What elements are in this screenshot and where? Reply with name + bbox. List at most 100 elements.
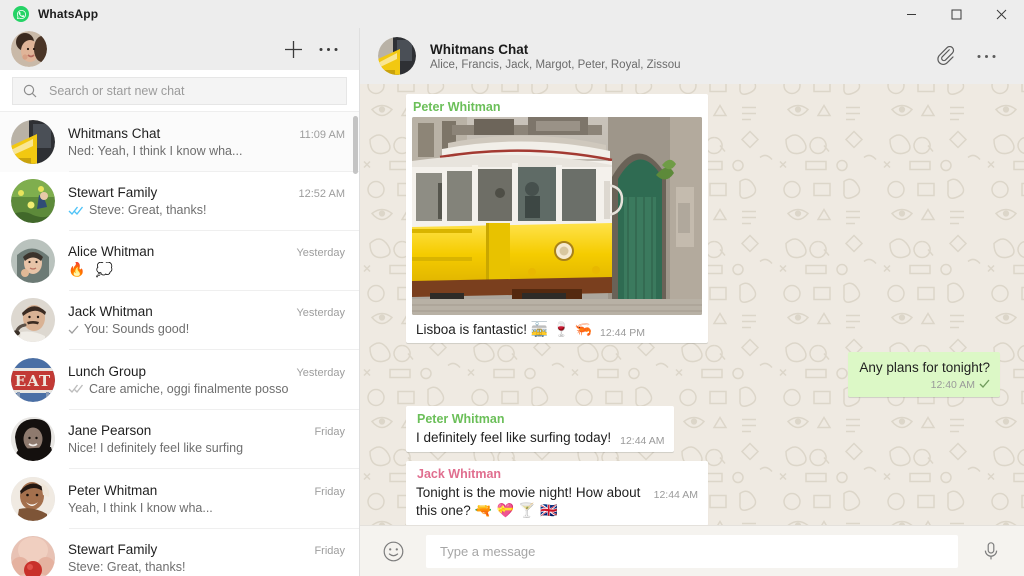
main-area: Whitmans Chat 11:09 AM Ned: Yeah, I thin… [0,28,1024,576]
peter-avatar [11,476,55,521]
chat-preview: Steve: Great, thanks! [68,560,186,575]
message-meta: 12:44 PM [600,327,645,339]
chat-name: Stewart Family [68,185,158,201]
chat-name: Whitmans Chat [68,125,161,141]
whatsapp-window: WhatsApp Search or start new chat Whitma… [0,0,1024,576]
sidebar-header [0,28,359,70]
more-options-icon[interactable] [311,31,345,67]
message-input[interactable] [440,543,944,559]
whatsapp-logo-icon [13,6,29,22]
chat-row-line-1: Lunch Group Yesterday [68,364,345,379]
message-caption-line: Lisboa is fantastic! 🚋 🍷 🦐 12:44 PM [412,315,702,339]
chat-row-line-1: Peter Whitman Friday [68,483,345,498]
chat-list-item-stewart-family-2[interactable]: Stewart Family Friday Steve: Great, than… [0,528,359,576]
read-receipt-icon [68,383,84,394]
message-bubble-image[interactable]: Peter Whitman Lisboa is fantastic! 🚋 🍷 🦐… [406,94,708,343]
message-meta: 12:44 AM [620,435,664,447]
chat-row-line-2: Nice! I definitely feel like surfing [68,441,345,455]
title-bar: WhatsApp [0,0,1024,28]
message-input-wrapper[interactable] [426,534,958,568]
sidebar-panel: Whitmans Chat 11:09 AM Ned: Yeah, I thin… [0,28,360,576]
chat-time: Friday [314,485,345,498]
lisbon-tram-photo[interactable] [412,117,702,315]
message-composer [360,525,1024,576]
chat-list-item-lunch-group[interactable]: EAT Lunch Group Yesterday Care amiche, o… [0,350,359,410]
read-receipt-icon [68,205,84,216]
conversation-title: Whitmans Chat [430,41,529,57]
chat-list-item-whitmans-chat[interactable]: Whitmans Chat 11:09 AM Ned: Yeah, I thin… [0,112,359,172]
chat-row-line-1: Jane Pearson Friday [68,423,345,438]
chat-list[interactable]: Whitmans Chat 11:09 AM Ned: Yeah, I thin… [0,112,359,576]
chat-list-scrollbar[interactable] [352,112,359,576]
chat-row-line-2: Care amiche, oggi finalmente posso [68,382,345,396]
maximize-button[interactable] [934,0,979,28]
message-list[interactable]: Peter Whitman Lisboa is fantastic! 🚋 🍷 🦐… [360,84,1024,525]
chat-list-item-stewart-family[interactable]: Stewart Family 12:52 AM Steve: Great, th… [0,171,359,231]
chat-name: Jane Pearson [68,423,152,439]
message-row: Any plans for tonight? 12:40 AM [406,352,1000,397]
search-box[interactable] [12,76,347,105]
message-bubble-outgoing[interactable]: Any plans for tonight? 12:40 AM [848,352,1000,397]
chat-row-line-1: Alice Whitman Yesterday [68,244,345,259]
chat-name: Stewart Family [68,542,158,558]
message-bubble-incoming[interactable]: Jack Whitman 12:44 AM Tonight is the mov… [406,461,708,525]
conversation-avatar[interactable] [378,37,416,75]
garden-avatar [11,179,55,224]
chat-row-line-2: You: Sounds good! [68,322,345,336]
chat-preview: Yeah, I think I know wha... [68,500,213,515]
search-bar [0,70,359,112]
message-row: Peter Whitman Lisboa is fantastic! 🚋 🍷 🦐… [406,94,1000,343]
chat-time: Yesterday [296,307,345,320]
close-button[interactable] [979,0,1024,28]
plus-icon[interactable] [275,31,311,67]
chat-row-line-2: Yeah, I think I know wha... [68,501,345,515]
chat-list-scrollbar-thumb[interactable] [353,116,358,174]
message-emoji: 🔫 💝 🍸 🇬🇧 [474,503,558,519]
emoji-smiley-icon[interactable] [374,532,412,570]
message-bubble-incoming[interactable]: Peter Whitman I definitely feel like sur… [406,406,675,452]
message-sender: Peter Whitman [417,412,505,426]
chat-preview: 🔥 💭 [68,261,117,278]
paperclip-icon[interactable] [926,36,966,76]
tram-avatar [11,119,55,164]
chat-row-line-1: Stewart Family Friday [68,542,345,557]
message-time: 12:44 AM [653,489,698,501]
chat-list-item-jack-whitman[interactable]: Jack Whitman Yesterday You: Sounds good! [0,290,359,350]
message-row: Jack Whitman 12:44 AM Tonight is the mov… [406,461,1000,525]
caption-emoji: 🚋 🍷 🦐 [530,322,593,338]
chat-name: Alice Whitman [68,243,155,259]
more-options-icon[interactable] [966,36,1006,76]
message-row: Peter Whitman I definitely feel like sur… [406,406,1000,452]
chat-list-item-body: Jane Pearson Friday Nice! I definitely f… [68,423,345,455]
chat-list-item-alice-whitman[interactable]: Alice Whitman Yesterday 🔥 💭 [0,231,359,291]
conversation-panel: Whitmans Chat Alice, Francis, Jack, Marg… [360,28,1024,576]
eat-sign-avatar: EAT [11,357,55,402]
chat-row-line-2: 🔥 💭 [68,262,345,278]
chat-list-item-body: Lunch Group Yesterday Care amiche, oggi … [68,364,345,396]
microphone-icon[interactable] [972,532,1010,570]
sent-receipt-icon [68,324,79,335]
chat-list-item-jane-pearson[interactable]: Jane Pearson Friday Nice! I definitely f… [0,409,359,469]
minimize-button[interactable] [889,0,934,28]
message-text-line: 12:44 AM Tonight is the movie night! How… [416,484,698,520]
conversation-header: Whitmans Chat Alice, Francis, Jack, Marg… [360,28,1024,84]
search-input[interactable] [49,83,336,98]
chat-list-item-peter-whitman[interactable]: Peter Whitman Friday Yeah, I think I kno… [0,469,359,529]
chat-row-line-2: Steve: Great, thanks! [68,560,345,574]
chat-row-line-1: Whitmans Chat 11:09 AM [68,126,345,141]
svg-text:EAT: EAT [15,372,51,390]
chat-time: 11:09 AM [299,128,345,141]
chat-list-item-body: Stewart Family 12:52 AM Steve: Great, th… [68,185,345,217]
message-time: 12:44 PM [600,327,645,339]
message-caption: Lisboa is fantastic! 🚋 🍷 🦐 [416,322,593,338]
chat-preview: Steve: Great, thanks! [89,203,207,218]
profile-avatar[interactable] [11,31,47,67]
chat-preview: Nice! I definitely feel like surfing [68,441,244,456]
jane-avatar [11,417,55,462]
message-time: 12:44 AM [620,435,665,447]
message-time: 12:40 AM [930,379,975,391]
chat-time: 12:52 AM [298,188,345,201]
chat-name: Lunch Group [68,363,147,379]
app-title: WhatsApp [38,7,99,21]
chat-preview: You: Sounds good! [84,322,190,337]
